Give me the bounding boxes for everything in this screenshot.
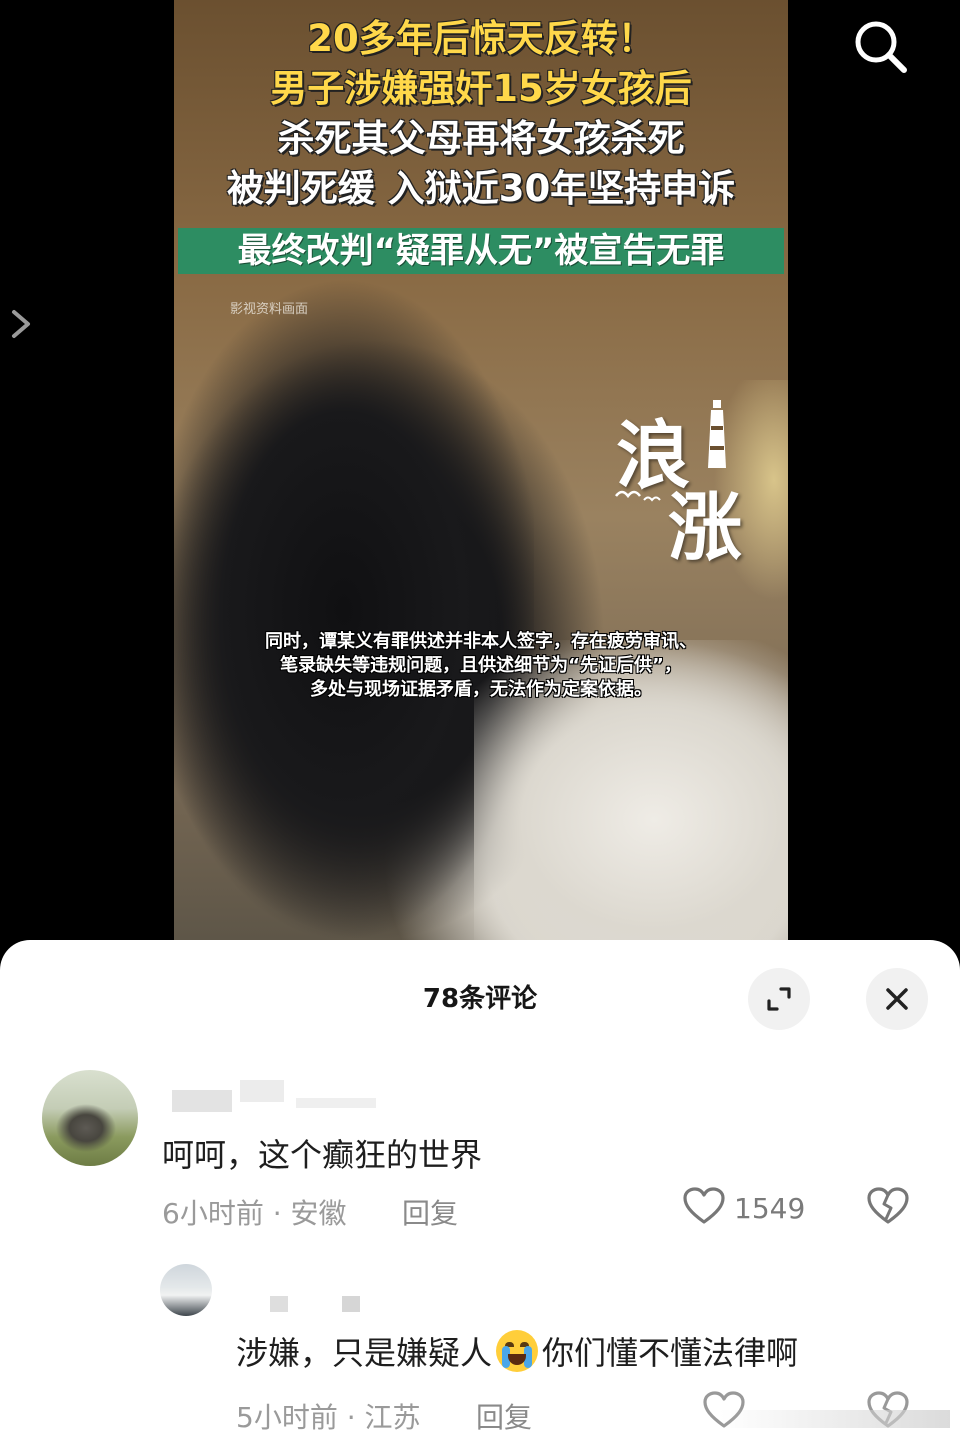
username-blurred-part	[342, 1296, 360, 1312]
video-area[interactable]: 20多年后惊天反转！ 男子涉嫌强奸15岁女孩后 杀死其父母再将女孩杀死 被判死缓…	[0, 0, 960, 940]
username-blurred[interactable]	[270, 1296, 288, 1312]
crying-emoji-icon	[496, 1330, 539, 1372]
avatar[interactable]	[160, 1264, 212, 1316]
video-subtitle: 同时，谭某义有罪供述并非本人签字，存在疲劳审讯、 笔录缺失等违规问题，且供述细节…	[194, 630, 768, 702]
title-line-2: 男子涉嫌强奸15岁女孩后	[270, 67, 692, 110]
comment-meta: 5小时前 · 江苏	[236, 1401, 421, 1434]
reply-text-part-1: 涉嫌，只是嫌疑人	[236, 1334, 493, 1372]
comment-meta: 6小时前 · 安徽	[162, 1197, 347, 1230]
title-banner: 最终改判“疑罪从无”被宣告无罪	[178, 228, 784, 274]
lighthouse-icon	[708, 400, 726, 468]
username-blurred-part	[240, 1080, 284, 1102]
expand-icon	[767, 987, 791, 1011]
seagull-icon	[615, 490, 661, 502]
reply-button[interactable]: 回复	[476, 1396, 532, 1436]
username-blurred[interactable]	[172, 1090, 232, 1112]
expand-button[interactable]	[748, 968, 810, 1030]
comment-text: 呵呵，这个癫狂的世界	[162, 1136, 483, 1174]
dislike-button[interactable]	[866, 1186, 910, 1230]
comment-count-title: 78条评论	[422, 984, 538, 1014]
reply-comment-text: 涉嫌，只是嫌疑人 你们懂不懂法律啊	[236, 1328, 798, 1374]
video-frame[interactable]: 20多年后惊天反转！ 男子涉嫌强奸15岁女孩后 杀死其父母再将女孩杀死 被判死缓…	[174, 0, 788, 940]
chevron-right-icon[interactable]	[6, 304, 36, 344]
subtitle-line-2: 笔录缺失等违规问题，且供述细节为“先证后供”，	[280, 655, 682, 676]
close-icon	[886, 988, 908, 1010]
subtitle-line-3: 多处与现场证据矛盾，无法作为定案依据。	[310, 679, 652, 700]
close-button[interactable]	[866, 968, 928, 1030]
platform-watermark	[720, 1410, 950, 1428]
title-line-1: 20多年后惊天反转！	[307, 17, 655, 60]
search-icon[interactable]	[846, 14, 914, 78]
title-line-4: 被判死缓 入狱近30年坚持申诉	[226, 167, 736, 210]
username-blurred-part	[296, 1098, 376, 1108]
brand-char-2: 涨	[668, 485, 742, 571]
avatar[interactable]	[42, 1070, 138, 1166]
comment-sheet: 78条评论 呵呵，这个癫狂的世界 6小时前 · 安徽 回复 1549 涉嫌，只是…	[0, 940, 960, 1437]
reply-text-part-2: 你们懂不懂法律啊	[542, 1334, 799, 1372]
heart-icon	[683, 1187, 725, 1224]
video-title: 20多年后惊天反转！ 男子涉嫌强奸15岁女孩后 杀死其父母再将女孩杀死 被判死缓…	[174, 14, 788, 214]
brand-logo: 浪 涨	[610, 396, 780, 571]
subtitle-line-1: 同时，谭某义有罪供述并非本人签字，存在疲劳审讯、	[265, 631, 697, 652]
title-line-3: 杀死其父母再将女孩杀死	[277, 117, 685, 160]
like-button[interactable]	[682, 1186, 726, 1230]
broken-heart-icon	[867, 1187, 909, 1224]
like-count: 1549	[734, 1192, 806, 1225]
footage-watermark: 影视资料画面	[230, 302, 309, 317]
reply-button[interactable]: 回复	[402, 1192, 458, 1232]
